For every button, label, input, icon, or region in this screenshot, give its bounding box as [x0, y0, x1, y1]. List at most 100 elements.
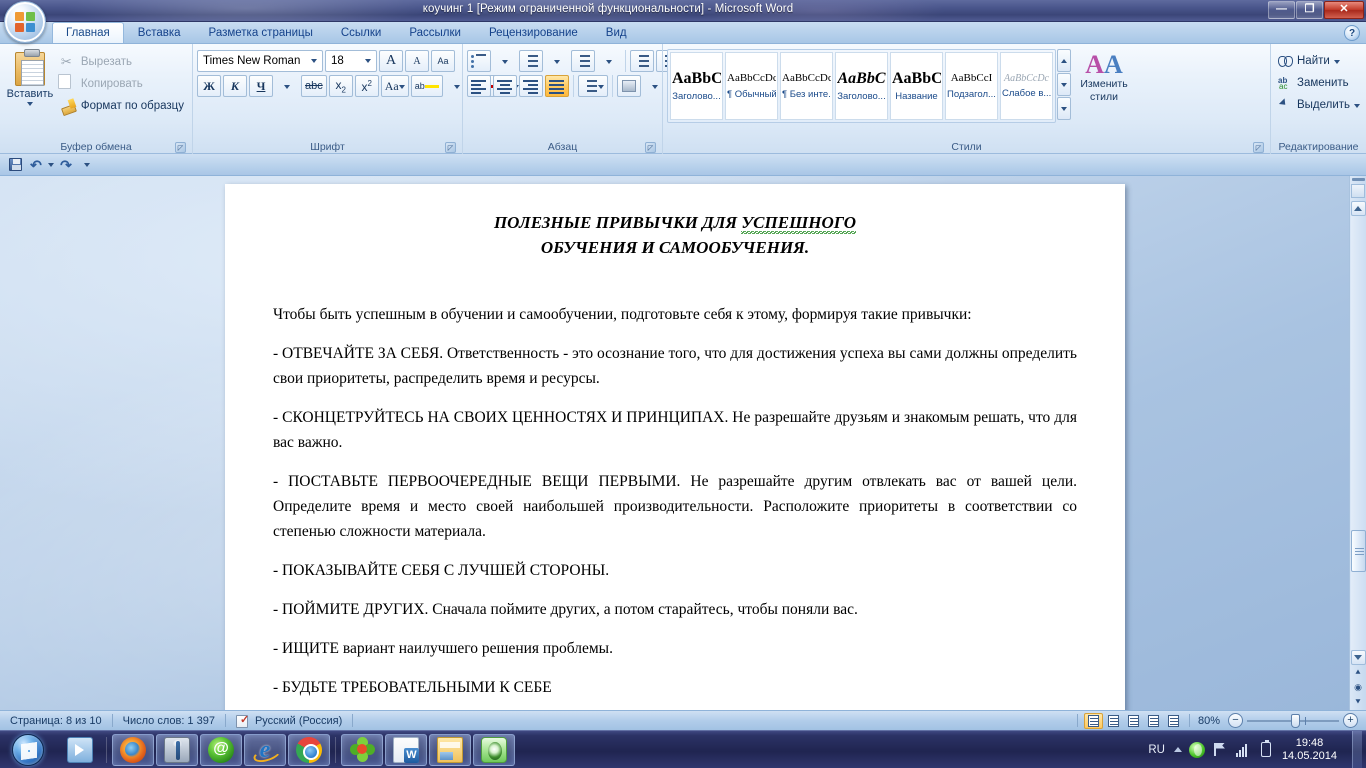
format-painter-button[interactable]: Формат по образцу — [56, 95, 188, 116]
taskbar-item-explorer[interactable] — [429, 733, 471, 766]
multilevel-list-button[interactable] — [571, 50, 595, 72]
scroll-down-button[interactable] — [1350, 650, 1366, 665]
zoom-in-button[interactable]: + — [1343, 713, 1358, 728]
previous-page-button[interactable]: ⯅ — [1351, 665, 1366, 680]
undo-button[interactable]: ↶ — [27, 156, 45, 174]
style-item[interactable]: AaBbCcDc ¶ Без инте... — [780, 52, 833, 120]
taskbar-item-icq[interactable] — [341, 733, 383, 766]
view-draft-button[interactable] — [1164, 713, 1183, 729]
save-button[interactable] — [6, 156, 24, 174]
view-outline-button[interactable] — [1144, 713, 1163, 729]
zoom-level[interactable]: 80% — [1190, 715, 1228, 727]
toggle-ruler-button[interactable] — [1351, 184, 1365, 198]
tab-mailings[interactable]: Рассылки — [395, 22, 475, 43]
strikethrough-button[interactable]: abc — [301, 75, 327, 97]
language-indicator-tray[interactable]: RU — [1146, 744, 1167, 756]
style-item[interactable]: AaBbC Название — [890, 52, 943, 120]
copy-button[interactable]: Копировать — [56, 73, 188, 94]
show-hidden-icons-button[interactable] — [1173, 747, 1182, 752]
action-center-flag-icon[interactable] — [1212, 742, 1228, 758]
help-button[interactable]: ? — [1344, 25, 1360, 41]
tab-view[interactable]: Вид — [592, 22, 641, 43]
taskbar-item-firefox[interactable] — [112, 733, 154, 766]
font-name-dropdown-icon[interactable] — [307, 51, 320, 71]
vertical-scrollbar[interactable]: ⯅ ◉ ⯆ — [1349, 176, 1366, 710]
change-case-button[interactable]: Aa — [380, 75, 409, 97]
align-center-button[interactable] — [493, 75, 517, 97]
tab-home[interactable]: Главная — [52, 22, 124, 43]
clipboard-dialog-launcher[interactable]: ◸ — [175, 142, 186, 153]
network-signal-icon[interactable] — [1235, 742, 1251, 758]
page-indicator[interactable]: Страница: 8 из 10 — [0, 711, 112, 731]
style-item[interactable]: AaBbC Заголово... — [670, 52, 723, 120]
styles-more-button[interactable] — [1057, 97, 1071, 120]
underline-dropdown[interactable] — [275, 75, 299, 97]
scroll-up-button[interactable] — [1350, 201, 1366, 216]
start-button[interactable] — [1, 732, 55, 768]
shading-button[interactable] — [617, 75, 641, 97]
clear-formatting-button[interactable]: Aa — [431, 50, 455, 72]
redo-button[interactable]: ↷ — [57, 156, 75, 174]
customize-qat-button[interactable] — [78, 156, 96, 174]
taskbar-item-media-player[interactable] — [59, 734, 101, 766]
numbering-dropdown[interactable] — [545, 50, 569, 72]
align-right-button[interactable] — [519, 75, 543, 97]
bullets-button[interactable] — [467, 50, 491, 72]
justify-button[interactable] — [545, 75, 569, 97]
zoom-slider-thumb[interactable] — [1291, 713, 1300, 728]
tab-insert[interactable]: Вставка — [124, 22, 195, 43]
style-item[interactable]: AaBbCcDc ¶ Обычный — [725, 52, 778, 120]
bullets-dropdown[interactable] — [493, 50, 517, 72]
zoom-slider[interactable]: − + — [1228, 713, 1358, 728]
style-item[interactable]: AaBbC Заголово... — [835, 52, 888, 120]
tab-references[interactable]: Ссылки — [327, 22, 396, 43]
scrollbar-track[interactable] — [1350, 216, 1366, 650]
zoom-out-button[interactable]: − — [1228, 713, 1243, 728]
font-name-combo[interactable]: Times New Roman — [197, 50, 323, 72]
bold-button[interactable]: Ж — [197, 75, 221, 97]
split-window-handle[interactable] — [1351, 178, 1365, 181]
align-left-button[interactable] — [467, 75, 491, 97]
view-web-layout-button[interactable] — [1124, 713, 1143, 729]
select-browse-object-button[interactable]: ◉ — [1351, 680, 1366, 695]
font-dialog-launcher[interactable]: ◸ — [445, 142, 456, 153]
change-styles-button[interactable]: AA Изменить стили — [1071, 49, 1137, 104]
taskbar-item-tool-app[interactable] — [156, 733, 198, 766]
close-button[interactable]: ✕ — [1324, 1, 1364, 19]
cut-button[interactable]: Вырезать — [56, 51, 188, 72]
tray-green-status-icon[interactable] — [1188, 741, 1205, 758]
paste-button[interactable]: Вставить — [4, 49, 56, 106]
undo-dropdown-icon[interactable] — [48, 162, 54, 167]
taskbar-item-green-app[interactable] — [473, 733, 515, 766]
style-item[interactable]: AaBbCcI Подзагол... — [945, 52, 998, 120]
styles-scroll-down-button[interactable] — [1057, 73, 1071, 96]
style-item[interactable]: AaBbCcDc Слабое в... — [1000, 52, 1053, 120]
view-print-layout-button[interactable] — [1083, 712, 1103, 729]
language-indicator[interactable]: Русский (Россия) — [226, 711, 352, 731]
numbering-button[interactable] — [519, 50, 543, 72]
word-count[interactable]: Число слов: 1 397 — [113, 711, 225, 731]
office-button[interactable] — [4, 1, 46, 43]
clock[interactable]: 19:48 14.05.2014 — [1278, 737, 1343, 763]
taskbar-item-mail[interactable] — [200, 733, 242, 766]
paragraph-dialog-launcher[interactable]: ◸ — [645, 142, 656, 153]
taskbar-item-chrome[interactable] — [288, 733, 330, 766]
font-size-dropdown-icon[interactable] — [361, 51, 374, 71]
scrollbar-thumb[interactable] — [1350, 530, 1366, 572]
shrink-font-button[interactable]: A — [405, 50, 429, 72]
select-button[interactable]: Выделить — [1275, 94, 1363, 115]
replace-button[interactable]: ab ac Заменить — [1275, 72, 1352, 93]
superscript-button[interactable]: x2 — [354, 75, 379, 97]
styles-dialog-launcher[interactable]: ◸ — [1253, 142, 1264, 153]
decrease-indent-button[interactable] — [630, 50, 654, 72]
text-highlight-button[interactable]: ab — [410, 75, 443, 97]
subscript-button[interactable]: x2 — [328, 75, 353, 97]
show-desktop-button[interactable] — [1352, 730, 1362, 768]
line-spacing-button[interactable] — [578, 75, 608, 97]
zoom-track[interactable] — [1243, 713, 1343, 728]
underline-button[interactable]: Ч — [249, 75, 273, 97]
document-page[interactable]: ПОЛЕЗНЫЕ ПРИВЫЧКИ ДЛЯ УСПЕШНОГО ОБУЧЕНИЯ… — [225, 184, 1125, 710]
italic-button[interactable]: К — [223, 75, 247, 97]
tab-page-layout[interactable]: Разметка страницы — [195, 22, 327, 43]
restore-button[interactable]: ❐ — [1296, 1, 1323, 19]
